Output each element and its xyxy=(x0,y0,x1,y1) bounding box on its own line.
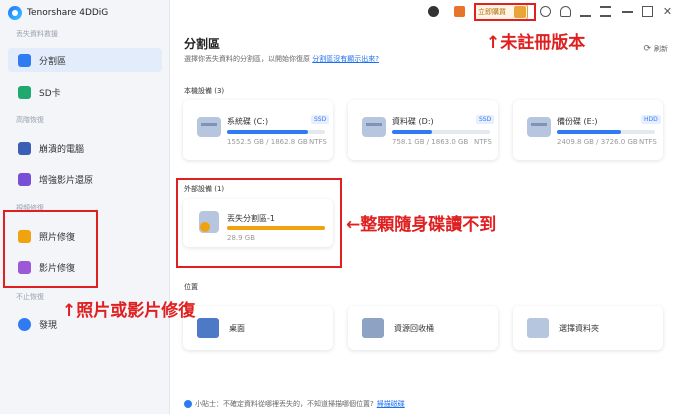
page-title: 分割區 xyxy=(184,37,221,51)
sidebar-item-label: SD卡 xyxy=(39,88,61,99)
local-devices-title: 本機設備 (3) xyxy=(184,87,225,95)
partition-icon xyxy=(18,53,31,67)
annotation-box-repair xyxy=(3,210,98,288)
annotation-drive-unreadable: ←整顆隨身碟讀不到 xyxy=(346,215,497,235)
enhanced-video-icon xyxy=(18,172,31,186)
hard-drive-icon xyxy=(525,114,553,140)
robot-icon[interactable] xyxy=(428,6,439,17)
tools-icon[interactable] xyxy=(540,6,551,17)
location-choose-folder[interactable]: 選擇資料夾 xyxy=(513,306,663,350)
refresh-icon: ⟳ xyxy=(643,44,651,54)
app-window: Tenorshare 4DDiG 丟失資料救援 分割區 SD卡 高階恢復 崩潰的… xyxy=(0,0,680,414)
headset-icon[interactable] xyxy=(560,6,571,17)
annotation-unregistered: ↑未註冊版本 xyxy=(486,33,586,53)
page-description: 選擇你丟失資料的分割區，以開始你復原 分割區沒有顯示出來? xyxy=(184,55,379,63)
section-title-lost-data: 丟失資料救援 xyxy=(16,30,58,38)
sidebar-item-sd-card[interactable]: SD卡 xyxy=(8,80,162,104)
menu-icon[interactable] xyxy=(600,6,611,17)
app-logo-icon xyxy=(8,6,22,20)
refresh-button[interactable]: ⟳ 刷新 xyxy=(643,44,668,54)
sidebar-item-enhanced-video[interactable]: 增強影片還原 xyxy=(8,167,162,191)
sidebar: Tenorshare 4DDiG 丟失資料救援 分割區 SD卡 高階恢復 崩潰的… xyxy=(0,0,170,414)
sidebar-item-label: 崩潰的電腦 xyxy=(39,144,85,155)
brand: Tenorshare 4DDiG xyxy=(8,4,108,22)
sidebar-item-crashed-pc[interactable]: 崩潰的電腦 xyxy=(8,136,162,160)
gift-icon[interactable] xyxy=(454,6,465,17)
hard-drive-icon xyxy=(195,114,223,140)
section-title-advanced: 高階恢復 xyxy=(16,116,44,124)
title-bar: 立即購買 ✕ xyxy=(170,0,680,24)
drive-card-c[interactable]: 系統碟 (C:) SSD 1552.5 GB / 1862.8 GB NTFS xyxy=(183,100,333,160)
sidebar-item-label: 增強影片還原 xyxy=(39,175,94,186)
hard-drive-icon xyxy=(360,114,388,140)
sidebar-item-partition[interactable]: 分割區 xyxy=(8,48,162,72)
location-desktop[interactable]: 桌面 xyxy=(183,306,333,350)
partition-missing-link[interactable]: 分割區沒有顯示出來? xyxy=(312,55,379,63)
drive-card-e[interactable]: 備份碟 (E:) HDD 2409.8 GB / 3726.0 GB NTFS xyxy=(513,100,663,160)
tip-bar: 小貼士：不確定資料從哪裡丟失的，不知道掃描哪個位置? 掃描磁碟 xyxy=(184,399,405,409)
sidebar-item-label: 分割區 xyxy=(39,56,67,67)
discover-icon xyxy=(18,317,31,331)
annotation-box-buy xyxy=(474,3,536,21)
desktop-icon xyxy=(197,318,219,338)
annotation-box-external xyxy=(176,178,342,268)
maximize-icon[interactable] xyxy=(642,6,653,17)
location-title: 位置 xyxy=(184,283,198,291)
drive-card-d[interactable]: 資料碟 (D:) SSD 758.1 GB / 1863.0 GB NTFS xyxy=(348,100,498,160)
sd-card-icon xyxy=(18,85,31,99)
crashed-pc-icon xyxy=(18,141,31,155)
annotation-photo-video-repair: ↑照片或影片修復 xyxy=(62,301,196,321)
app-title: Tenorshare 4DDiG xyxy=(27,8,109,18)
sidebar-item-label: 發現 xyxy=(39,320,58,331)
section-title-more: 不止恢復 xyxy=(16,293,44,301)
minimize-icon[interactable] xyxy=(622,11,633,13)
recycle-bin-icon xyxy=(362,318,384,338)
scan-disk-link[interactable]: 掃描磁碟 xyxy=(377,399,405,409)
location-recycle-bin[interactable]: 資源回收桶 xyxy=(348,306,498,350)
folder-icon xyxy=(527,318,549,338)
info-icon xyxy=(184,400,192,408)
download-icon[interactable] xyxy=(580,6,591,17)
close-icon[interactable]: ✕ xyxy=(662,6,673,17)
